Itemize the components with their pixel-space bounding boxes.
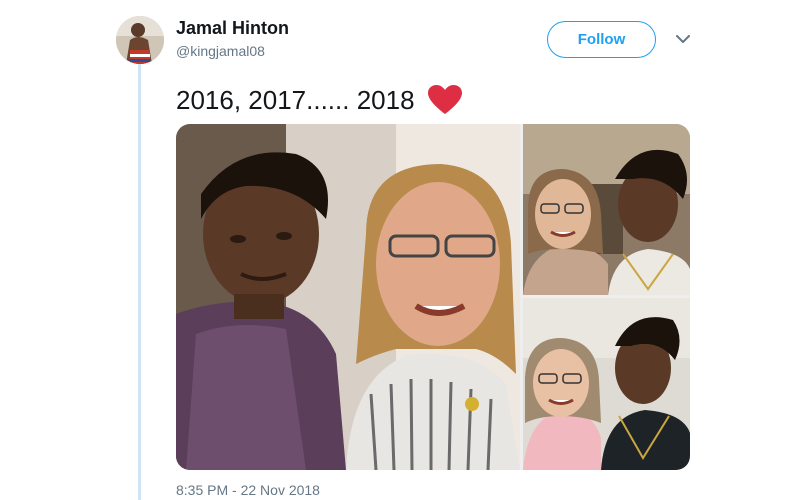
tweet-media-grid[interactable]	[176, 124, 690, 470]
photo-2[interactable]	[523, 124, 690, 295]
photo-3[interactable]	[523, 298, 690, 470]
photo-1[interactable]	[176, 124, 520, 470]
follow-button[interactable]: Follow	[547, 21, 656, 58]
chevron-down-icon[interactable]	[672, 28, 694, 50]
tweet-timestamp[interactable]: 8:35 PM - 22 Nov 2018	[176, 482, 320, 498]
avatar[interactable]	[116, 16, 164, 64]
tweet-text: 2016, 2017...... 2018	[176, 84, 463, 116]
tweet-text-content: 2016, 2017...... 2018	[176, 84, 415, 115]
thread-line	[138, 62, 141, 500]
display-name[interactable]: Jamal Hinton	[176, 18, 289, 39]
user-handle[interactable]: @kingjamal08	[176, 43, 265, 59]
red-heart-icon	[427, 84, 463, 116]
